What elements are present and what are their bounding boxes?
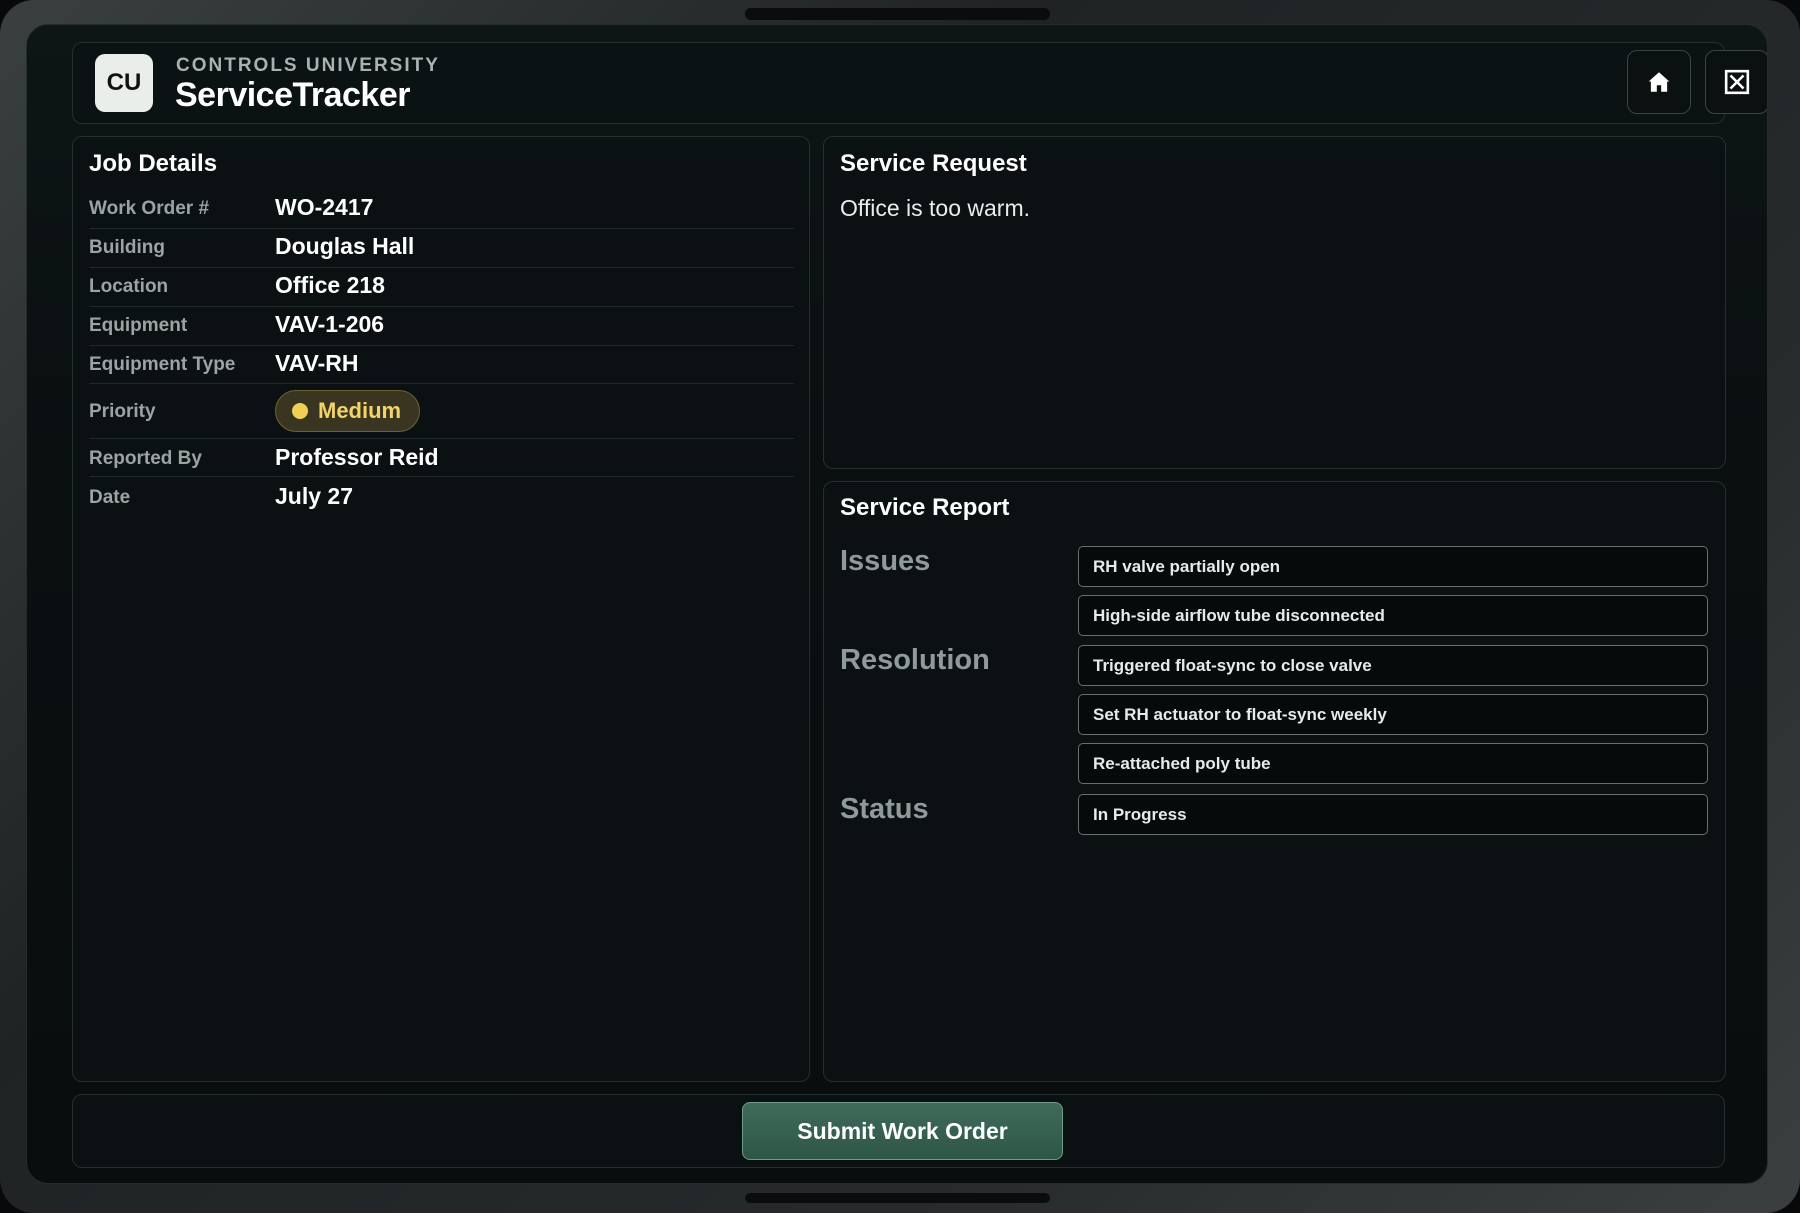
detail-row-location: Location Office 218 — [89, 268, 794, 307]
service-request-text: Office is too warm. — [840, 195, 1031, 221]
device-bottom-bar — [745, 1193, 1050, 1203]
service-request-panel: Service Request Office is too warm. — [823, 136, 1726, 469]
resolution-field[interactable]: Set RH actuator to float-sync weekly — [1078, 694, 1708, 735]
resolution-label: Resolution — [840, 644, 990, 676]
close-box-icon — [1724, 69, 1750, 95]
resolution-field[interactable]: Triggered float-sync to close valve — [1078, 645, 1708, 686]
detail-row-equipment-type: Equipment Type VAV-RH — [89, 346, 794, 384]
resolution-field[interactable]: Re-attached poly tube — [1078, 743, 1708, 784]
location-value: Office 218 — [275, 272, 385, 298]
detail-row-date: Date July 27 — [89, 477, 794, 517]
detail-row-reported-by: Reported By Professor Reid — [89, 439, 794, 477]
home-button[interactable] — [1627, 50, 1691, 114]
home-icon — [1648, 72, 1670, 92]
tablet-frame: CU CONTROLS UNIVERSITY ServiceTracker Jo… — [0, 0, 1800, 1213]
equipment-type-value: VAV-RH — [275, 350, 359, 376]
app-screen: CU CONTROLS UNIVERSITY ServiceTracker Jo… — [26, 24, 1768, 1184]
issue-field[interactable]: High-side airflow tube disconnected — [1078, 595, 1708, 636]
service-request-title: Service Request — [840, 150, 1027, 177]
work-order-value: WO-2417 — [275, 194, 374, 220]
priority-label: Priority — [89, 401, 156, 422]
building-value: Douglas Hall — [275, 233, 415, 259]
detail-row-priority: Priority Medium — [89, 384, 794, 439]
issue-field[interactable]: RH valve partially open — [1078, 546, 1708, 587]
service-report-panel: Service Report Issues RH valve partially… — [823, 481, 1726, 1082]
device-top-bar — [745, 8, 1050, 20]
submit-work-order-button[interactable]: Submit Work Order — [742, 1102, 1063, 1160]
work-order-label: Work Order # — [89, 198, 210, 219]
app-header: CU CONTROLS UNIVERSITY ServiceTracker — [72, 42, 1767, 124]
status-label: Status — [840, 793, 929, 825]
priority-dot-icon — [292, 403, 308, 419]
equipment-label: Equipment — [89, 315, 188, 336]
building-label: Building — [89, 237, 165, 258]
detail-row-building: Building Douglas Hall — [89, 229, 794, 268]
detail-row-equipment: Equipment VAV-1-206 — [89, 307, 794, 346]
service-report-title: Service Report — [840, 494, 1010, 521]
detail-row-work-order: Work Order # WO-2417 — [89, 190, 794, 229]
job-details-title: Job Details — [89, 150, 218, 177]
app-title: ServiceTracker — [175, 76, 410, 114]
status-field[interactable]: In Progress — [1078, 794, 1708, 835]
reported-by-value: Professor Reid — [275, 444, 439, 470]
equipment-value: VAV-1-206 — [275, 311, 385, 337]
issues-label: Issues — [840, 545, 931, 577]
footer-bar: Submit Work Order — [72, 1094, 1725, 1168]
priority-badge: Medium — [275, 390, 421, 432]
reported-by-label: Reported By — [89, 448, 202, 469]
date-label: Date — [89, 487, 131, 508]
app-logo: CU — [95, 54, 153, 112]
job-details-panel: Job Details Work Order # WO-2417 Buildin… — [72, 136, 810, 1082]
close-button[interactable] — [1705, 50, 1767, 114]
equipment-type-label: Equipment Type — [89, 354, 236, 375]
priority-value: Medium — [318, 398, 402, 423]
date-value: July 27 — [275, 483, 353, 509]
location-label: Location — [89, 276, 169, 297]
org-name: CONTROLS UNIVERSITY — [176, 55, 440, 76]
